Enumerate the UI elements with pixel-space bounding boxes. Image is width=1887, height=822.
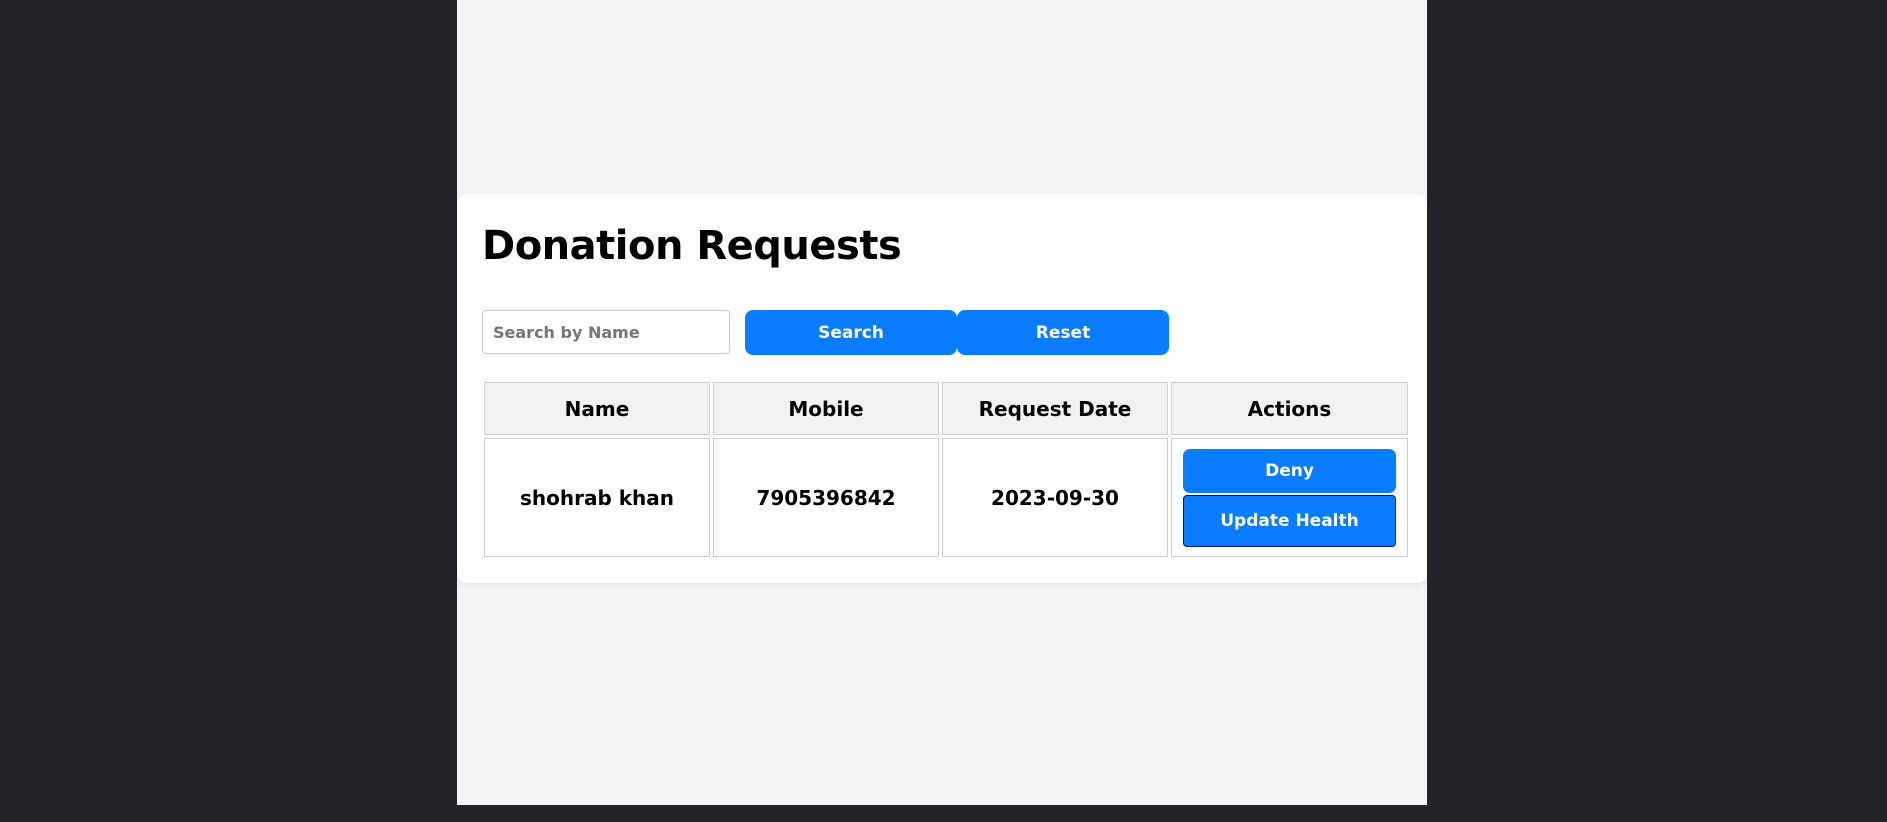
header-name: Name — [484, 382, 710, 435]
cell-actions: Deny Update Health — [1171, 438, 1408, 557]
reset-button[interactable]: Reset — [957, 310, 1169, 355]
search-input[interactable] — [482, 310, 730, 354]
header-request-date: Request Date — [942, 382, 1168, 435]
donation-requests-table: Name Mobile Request Date Actions shohrab… — [481, 379, 1411, 560]
page-title: Donation Requests — [482, 223, 902, 269]
header-mobile: Mobile — [713, 382, 939, 435]
deny-button[interactable]: Deny — [1183, 448, 1396, 493]
cell-mobile: 7905396842 — [713, 438, 939, 557]
header-actions: Actions — [1171, 382, 1408, 435]
update-health-button[interactable]: Update Health — [1183, 494, 1396, 547]
table-row: shohrab khan 7905396842 2023-09-30 Deny … — [484, 438, 1408, 557]
table-header-row: Name Mobile Request Date Actions — [484, 382, 1408, 435]
cell-name: shohrab khan — [484, 438, 710, 557]
search-button[interactable]: Search — [745, 310, 957, 355]
cell-request-date: 2023-09-30 — [942, 438, 1168, 557]
donation-requests-card: Donation Requests Search Reset Name Mobi… — [457, 194, 1427, 583]
page-viewport: Donation Requests Search Reset Name Mobi… — [457, 0, 1427, 805]
